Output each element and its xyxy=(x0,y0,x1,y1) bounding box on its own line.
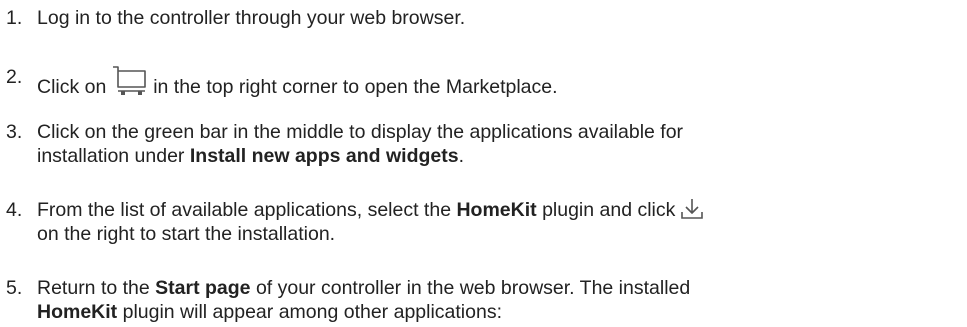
step-number: 3. xyxy=(6,121,23,143)
step-5-line-2: HomeKit plugin will appear among other a… xyxy=(37,300,937,324)
step-5-line-1: Return to the Start page of your control… xyxy=(37,276,937,300)
homekit-plugin-name: HomeKit xyxy=(456,199,537,221)
step-text: Click on the green bar in the middle to … xyxy=(37,120,937,168)
step-3-line-2-after: . xyxy=(458,145,464,167)
step-text: From the list of available applications,… xyxy=(37,198,937,246)
shopping-cart-icon xyxy=(112,65,148,97)
step-1-text: Log in to the controller through your we… xyxy=(37,7,466,29)
step-5-line-2-after: plugin will appear among other applicati… xyxy=(122,301,502,323)
instruction-list: 1. Log in to the controller through your… xyxy=(0,0,967,327)
step-text: Log in to the controller through your we… xyxy=(37,6,937,30)
start-page-name: Start page xyxy=(155,277,251,299)
step-2-text-before: Click on xyxy=(37,76,107,98)
step-5-line-1-before: Return to the xyxy=(37,277,150,299)
step-number: 1. xyxy=(6,7,23,29)
step-3-line-2: installation under Install new apps and … xyxy=(37,144,937,168)
step-4-line-1-after: plugin and click xyxy=(542,199,676,221)
step-number: 2. xyxy=(6,66,23,88)
step-4-line-1: From the list of available applications,… xyxy=(37,198,937,222)
step-text: Return to the Start page of your control… xyxy=(37,276,937,324)
install-section-name: Install new apps and widgets xyxy=(189,145,459,167)
step-4-line-2: on the right to start the installation. xyxy=(37,223,336,245)
step-4-line-1-before: From the list of available applications,… xyxy=(37,199,452,221)
homekit-plugin-name: HomeKit xyxy=(37,301,118,323)
step-3-line-2-before: installation under xyxy=(37,145,185,167)
download-icon xyxy=(681,198,703,220)
step-number: 5. xyxy=(6,277,23,299)
step-3-line-1: Click on the green bar in the middle to … xyxy=(37,121,684,143)
step-5-line-1-after: of your controller in the web browser. T… xyxy=(255,277,691,299)
step-number: 4. xyxy=(6,199,23,221)
step-2-text-after: in the top right corner to open the Mark… xyxy=(153,76,558,98)
step-text: Click on in the top right corner to open… xyxy=(37,65,937,99)
